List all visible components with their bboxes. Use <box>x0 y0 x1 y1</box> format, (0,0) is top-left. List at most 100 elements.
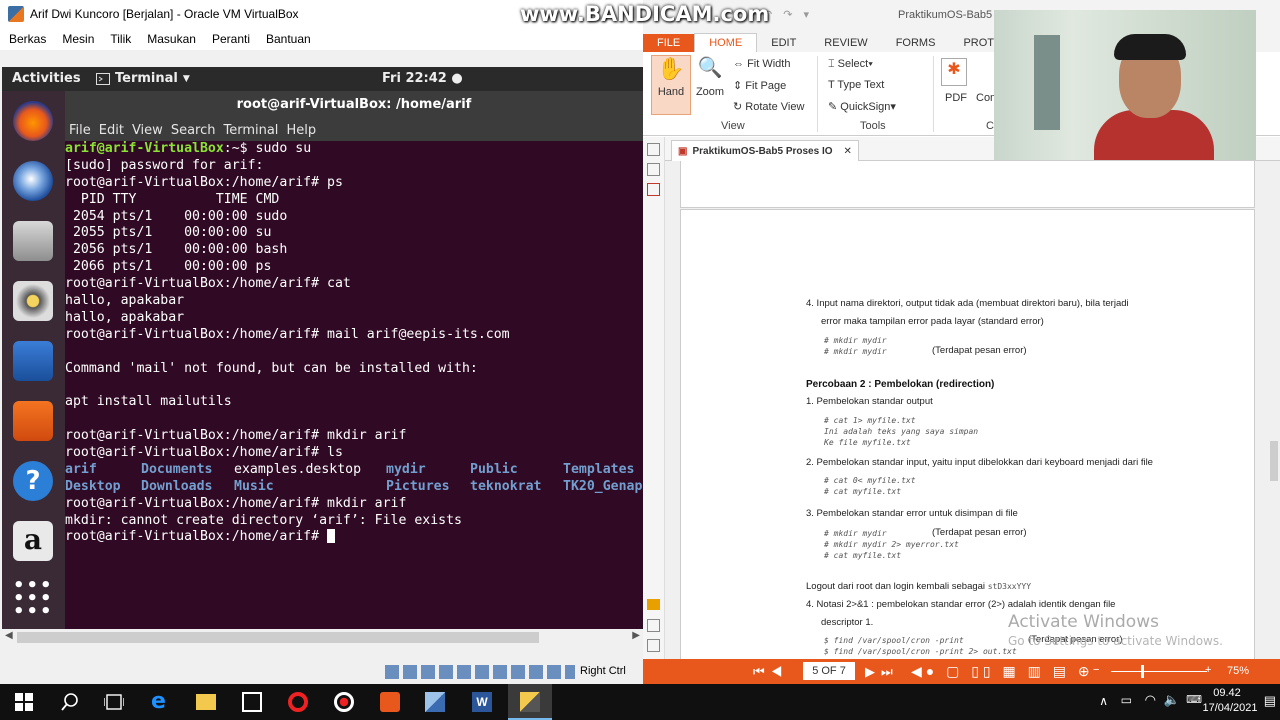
terminal-line: root@arif-VirtualBox:/home/arif# ls <box>65 445 343 461</box>
zoom-button[interactable]: 🔍 Zoom <box>693 55 727 115</box>
zoom-out-icon[interactable]: − <box>1093 664 1099 676</box>
pdf-button-label: PDF <box>945 92 967 104</box>
rotate-view-button[interactable]: ↻ Rotate View <box>733 100 804 113</box>
bandicam-icon[interactable] <box>334 692 354 712</box>
zoom-slider-handle[interactable] <box>1141 665 1144 678</box>
terminal-output[interactable]: arif@arif-VirtualBox:~$ sudo su [sudo] p… <box>65 141 643 629</box>
create-pdf-icon[interactable]: ✱ <box>941 58 967 86</box>
software-center-icon[interactable] <box>13 401 53 441</box>
doc-text: (Terdapat pesan error) <box>932 527 1027 538</box>
amazon-icon[interactable]: a <box>13 521 53 561</box>
word-icon[interactable]: W <box>472 692 492 712</box>
tab-file[interactable]: FILE <box>643 34 695 52</box>
quick-access-icons[interactable]: ↶ ↷ ▾ <box>763 8 813 21</box>
wifi-icon[interactable]: ◠ <box>1145 692 1156 708</box>
bookmark-panel-icon[interactable] <box>647 183 660 196</box>
doc-text: 4. Input nama direktori, output tidak ad… <box>806 298 1129 309</box>
menu-peranti[interactable]: Peranti <box>204 32 258 46</box>
active-app-slot[interactable] <box>508 684 552 720</box>
comments-panel-icon[interactable] <box>647 599 660 610</box>
hand-tool-button[interactable]: ✋ Hand <box>651 55 691 115</box>
zoom-slider[interactable] <box>1111 671 1207 672</box>
notification-icon[interactable]: ▤ <box>1264 693 1276 709</box>
edge-icon[interactable]: e <box>151 691 171 713</box>
doc-text: (Terdapat pesan error) <box>932 345 1027 356</box>
term-menu-file[interactable]: File <box>65 123 95 138</box>
tab-forms[interactable]: FORMS <box>882 34 950 52</box>
store-icon[interactable] <box>242 692 262 712</box>
rhythmbox-icon[interactable] <box>13 281 53 321</box>
menu-masukan[interactable]: Masukan <box>139 32 204 46</box>
virtualbox-icon[interactable] <box>425 692 445 712</box>
term-menu-edit[interactable]: Edit <box>95 123 128 138</box>
terminal-line: mkdir: cannot create directory ‘arif’: F… <box>65 512 462 528</box>
device-status-icons[interactable] <box>385 665 575 679</box>
fit-width-button[interactable]: ⇔ Fit Width <box>733 58 790 70</box>
terminal-prompt-line[interactable]: root@arif-VirtualBox:/home/arif# <box>65 529 643 546</box>
clock-date[interactable]: 17/04/2021 <box>1200 702 1260 714</box>
foxit-reader-icon[interactable] <box>380 692 400 712</box>
ls-entry: TK20_Genap <box>563 478 643 494</box>
help-icon[interactable]: ? <box>13 461 53 501</box>
show-applications-icon[interactable]: ••• ••• ••• <box>13 577 53 621</box>
attachments-panel-icon[interactable] <box>647 619 660 632</box>
scroll-left-icon[interactable]: ◀ <box>5 630 13 641</box>
file-explorer-icon[interactable] <box>196 694 216 710</box>
search-panel-icon[interactable] <box>647 163 660 176</box>
tab-home[interactable]: HOME <box>694 33 758 52</box>
terminal-menubar: File Edit View Search Terminal Help <box>65 119 643 141</box>
doc-code: # mkdir mydir <box>824 336 887 345</box>
document-tab[interactable]: ▣ PraktikumOS-Bab5 Proses IO ✕ <box>671 140 859 161</box>
tab-edit[interactable]: EDIT <box>757 34 810 52</box>
terminal-titlebar[interactable]: root@arif-VirtualBox: /home/arif <box>65 91 643 119</box>
term-menu-help[interactable]: Help <box>282 123 320 138</box>
zoom-percentage[interactable]: 75% <box>1227 665 1249 677</box>
opera-icon[interactable] <box>288 692 308 712</box>
pdf-window-title: PraktikumOS-Bab5 <box>898 9 993 21</box>
files-icon[interactable] <box>13 221 53 261</box>
horizontal-scrollbar[interactable]: ◀ ▶ <box>2 629 643 646</box>
layers-panel-icon[interactable] <box>647 639 660 652</box>
term-menu-terminal[interactable]: Terminal <box>219 123 282 138</box>
scroll-thumb[interactable] <box>17 632 539 643</box>
thunderbird-icon[interactable] <box>13 161 53 201</box>
vertical-scrollbar[interactable] <box>1268 161 1280 659</box>
volume-icon[interactable]: 🔈 <box>1164 692 1180 708</box>
quicksign-button[interactable]: ✎ QuickSign▾ <box>828 100 896 113</box>
clock-time[interactable]: 09.42 <box>1202 687 1252 699</box>
menu-tilik[interactable]: Tilik <box>102 32 139 46</box>
activities-button[interactable]: Activities <box>12 71 81 86</box>
search-icon[interactable] <box>60 692 80 712</box>
first-prev-page-icons[interactable]: ⏮◀ <box>753 664 788 680</box>
document-view[interactable]: 4. Input nama direktori, output tidak ad… <box>665 161 1268 669</box>
scroll-thumb[interactable] <box>1270 441 1278 481</box>
window-frame <box>1034 35 1060 130</box>
menu-berkas[interactable]: Berkas <box>0 32 54 46</box>
tab-review[interactable]: REVIEW <box>810 34 881 52</box>
menu-mesin[interactable]: Mesin <box>54 32 102 46</box>
task-view-icon[interactable] <box>104 692 124 712</box>
app-menu[interactable]: Terminal ▼ <box>96 71 190 86</box>
page-number-field[interactable]: 5 OF 7 <box>803 662 855 680</box>
term-menu-search[interactable]: Search <box>167 123 220 138</box>
clock[interactable]: Fri 22:42 ● <box>382 71 463 86</box>
windows-start-icon[interactable] <box>15 693 35 713</box>
terminal-line: 2066 pts/1 00:00:00 ps <box>65 259 272 275</box>
type-text-button[interactable]: T Type Text <box>828 79 884 91</box>
term-menu-view[interactable]: View <box>128 123 167 138</box>
view-mode-icons[interactable]: ◀● ▢ ▯▯ ▦ ▥ ▤ ⊕ <box>911 663 1094 680</box>
scroll-right-icon[interactable]: ▶ <box>632 630 640 641</box>
libreoffice-writer-icon[interactable] <box>13 341 53 381</box>
fit-page-button[interactable]: ⇕ Fit Page <box>733 79 786 92</box>
pages-panel-icon[interactable] <box>647 143 660 156</box>
terminal-line: apt install mailutils <box>65 394 232 410</box>
close-icon[interactable]: ✕ <box>844 146 852 157</box>
firefox-icon[interactable] <box>13 101 53 141</box>
select-button[interactable]: ⌶ Select▾ <box>828 58 873 71</box>
show-hidden-icons[interactable]: ∧ <box>1099 694 1108 708</box>
menu-bantuan[interactable]: Bantuan <box>258 32 319 46</box>
zoom-in-icon[interactable]: + <box>1205 664 1211 676</box>
doc-code: # cat myfile.txt <box>824 551 902 560</box>
battery-icon[interactable]: ▭ <box>1121 693 1132 707</box>
next-last-page-icons[interactable]: ▶⏭ <box>865 664 899 680</box>
